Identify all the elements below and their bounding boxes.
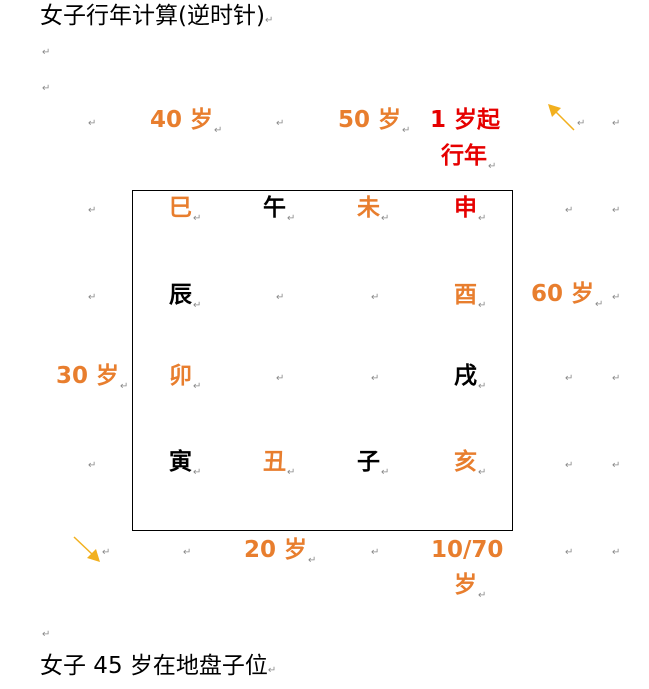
arrow-up-left-icon <box>548 104 575 131</box>
age-10-70-text: 10/70 <box>431 537 504 563</box>
paragraph-mark: ↵ <box>88 460 97 471</box>
footer-note: 女子 45 岁在地盘子位↵ <box>40 652 276 680</box>
branch-wei: 未↵ <box>357 193 389 234</box>
paragraph-mark: ↵ <box>612 205 621 216</box>
age-1-line2-text: 行年 <box>441 143 487 169</box>
paragraph-mark: ↵ <box>193 213 202 224</box>
age-label-40: 40 岁↵ <box>150 103 222 148</box>
paragraph-mark: ↵ <box>612 118 621 129</box>
paragraph-mark: ↵ <box>565 205 574 216</box>
branch-hai: 亥↵ <box>454 447 486 488</box>
paragraph-mark: ↵ <box>402 125 411 136</box>
paragraph-mark: ↵ <box>381 467 390 478</box>
age-60-text: 60 岁 <box>531 281 595 307</box>
paragraph-mark: ↵ <box>102 547 111 558</box>
paragraph-mark: ↵ <box>612 373 621 384</box>
branch-you-text: 酉 <box>454 282 477 308</box>
paragraph-mark: ↵ <box>308 555 317 566</box>
age-50-text: 50 岁 <box>338 107 402 133</box>
paragraph-mark: ↵ <box>193 467 202 478</box>
age-10-70-line2-text: 岁 <box>454 572 477 598</box>
branch-chen: 辰↵ <box>169 280 201 321</box>
branch-zi-text: 子 <box>357 449 380 475</box>
age-label-10-70-line1: 10/70 <box>431 533 503 567</box>
age-40-text: 40 岁 <box>150 107 214 133</box>
paragraph-mark: ↵ <box>381 213 390 224</box>
branch-mao: 卯↵ <box>169 361 201 402</box>
branch-si: 巳↵ <box>169 193 201 234</box>
paragraph-mark: ↵ <box>42 629 51 640</box>
page-title: 女子行年计算(逆时针)↵ <box>40 2 273 30</box>
branch-zi: 子↵ <box>357 447 389 488</box>
paragraph-mark: ↵ <box>371 373 380 384</box>
paragraph-mark: ↵ <box>287 213 296 224</box>
footer-text: 女子 45 岁在地盘子位 <box>40 653 268 679</box>
age-30-text: 30 岁 <box>56 363 120 389</box>
arrow-down-right-icon <box>73 536 100 562</box>
branch-wu-text: 午 <box>263 195 286 221</box>
branch-yin-text: 寅 <box>169 449 192 475</box>
paragraph-mark: ↵ <box>488 161 497 172</box>
paragraph-mark: ↵ <box>276 118 285 129</box>
paragraph-mark: ↵ <box>565 460 574 471</box>
branch-wei-text: 未 <box>357 195 380 221</box>
branch-chou: 丑↵ <box>263 447 295 488</box>
paragraph-mark: ↵ <box>264 15 274 26</box>
age-20-text: 20 岁 <box>244 537 308 563</box>
paragraph-mark: ↵ <box>267 665 277 676</box>
paragraph-mark: ↵ <box>42 47 51 58</box>
paragraph-mark: ↵ <box>565 373 574 384</box>
paragraph-mark: ↵ <box>478 467 487 478</box>
paragraph-mark: ↵ <box>193 381 202 392</box>
age-label-60: 60 岁↵ <box>531 277 603 322</box>
paragraph-mark: ↵ <box>120 381 129 392</box>
paragraph-mark: ↵ <box>183 547 192 558</box>
paragraph-mark: ↵ <box>276 373 285 384</box>
paragraph-mark: ↵ <box>214 125 223 136</box>
paragraph-mark: ↵ <box>577 118 586 129</box>
age-label-50: 50 岁↵ <box>338 103 410 148</box>
paragraph-mark: ↵ <box>42 83 51 94</box>
paragraph-mark: ↵ <box>287 467 296 478</box>
paragraph-mark: ↵ <box>612 292 621 303</box>
branch-xu-text: 戌 <box>454 363 477 389</box>
branch-shen: 申↵ <box>454 193 486 234</box>
branch-wu: 午↵ <box>263 193 295 234</box>
paragraph-mark: ↵ <box>595 299 604 310</box>
paragraph-mark: ↵ <box>478 381 487 392</box>
paragraph-mark: ↵ <box>371 292 380 303</box>
paragraph-mark: ↵ <box>88 118 97 129</box>
age-label-10-70-line2: 岁↵ <box>454 568 486 613</box>
branch-chen-text: 辰 <box>169 282 192 308</box>
paragraph-mark: ↵ <box>478 213 487 224</box>
age-label-20: 20 岁↵ <box>244 533 316 578</box>
paragraph-mark: ↵ <box>88 292 97 303</box>
branch-chou-text: 丑 <box>263 449 286 475</box>
branch-mao-text: 卯 <box>169 363 192 389</box>
age-label-1-line2: 行年↵ <box>441 139 496 184</box>
paragraph-mark: ↵ <box>276 292 285 303</box>
paragraph-mark: ↵ <box>612 460 621 471</box>
paragraph-mark: ↵ <box>478 300 487 311</box>
branch-yin: 寅↵ <box>169 447 201 488</box>
paragraph-mark: ↵ <box>193 300 202 311</box>
title-text: 女子行年计算(逆时针) <box>40 3 265 29</box>
branch-xu: 戌↵ <box>454 361 486 402</box>
age-label-30: 30 岁↵ <box>56 359 128 404</box>
branch-shen-text: 申 <box>454 195 477 221</box>
paragraph-mark: ↵ <box>371 547 380 558</box>
branch-you: 酉↵ <box>454 280 486 321</box>
paragraph-mark: ↵ <box>612 547 621 558</box>
age-label-1-line1: 1 岁起 <box>430 103 500 137</box>
age-1-text: 1 岁起 <box>430 107 501 133</box>
paragraph-mark: ↵ <box>565 547 574 558</box>
branch-si-text: 巳 <box>169 195 192 221</box>
paragraph-mark: ↵ <box>478 590 487 601</box>
branch-hai-text: 亥 <box>454 449 477 475</box>
paragraph-mark: ↵ <box>88 205 97 216</box>
